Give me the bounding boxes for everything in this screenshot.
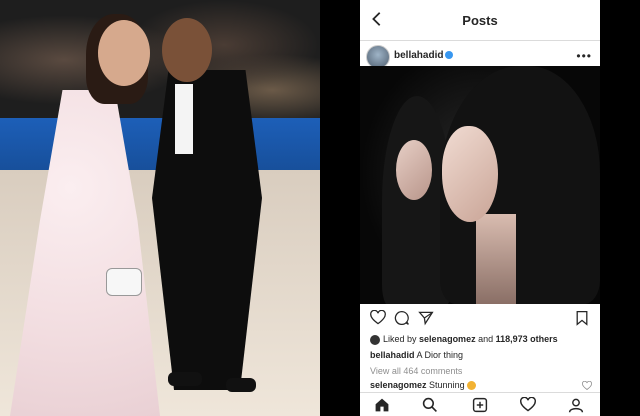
shoe	[226, 378, 256, 392]
send-icon[interactable]	[418, 310, 434, 326]
post-image[interactable]	[360, 66, 600, 304]
comment: selenagomez Stunning	[370, 380, 476, 391]
post-actions	[360, 306, 600, 332]
bookmark-icon[interactable]	[574, 310, 590, 326]
comment-like-icon[interactable]	[582, 381, 592, 391]
caption-username[interactable]: bellahadid	[370, 350, 415, 360]
heart-icon[interactable]	[370, 310, 386, 326]
comment-icon[interactable]	[394, 310, 410, 326]
activity-icon[interactable]	[520, 397, 536, 413]
view-all-comments[interactable]: View all 464 comments	[370, 366, 462, 376]
more-icon[interactable]: •••	[576, 49, 592, 63]
liked-by-prefix: Liked by	[383, 334, 417, 344]
username-text[interactable]: bellahadid	[394, 50, 443, 61]
instagram-screen: Posts bellahadid ••• Liked by selenagome…	[360, 0, 600, 416]
caption-text: A Dior thing	[416, 350, 464, 360]
verified-icon	[445, 51, 454, 60]
heart-eyes-emoji-icon	[466, 381, 476, 391]
liked-by-user[interactable]: selenagomez	[419, 334, 476, 344]
shoe	[168, 372, 202, 386]
search-icon[interactable]	[422, 397, 438, 413]
man-face	[162, 18, 212, 82]
handbag	[106, 268, 142, 296]
face	[442, 126, 498, 222]
comment-username[interactable]: selenagomez	[370, 380, 427, 390]
shirt	[175, 84, 193, 154]
add-icon[interactable]	[472, 397, 488, 413]
neck	[476, 214, 516, 304]
red-carpet-photo	[0, 0, 320, 416]
reflection-face	[396, 140, 432, 200]
page-title: Posts	[462, 13, 498, 28]
home-icon[interactable]	[374, 397, 390, 413]
profile-icon[interactable]	[568, 397, 584, 413]
woman-face	[98, 20, 150, 86]
comment-text: Stunning	[429, 380, 465, 390]
liked-by-avatar[interactable]	[370, 334, 380, 345]
top-bar: Posts	[360, 0, 600, 41]
liked-by-others[interactable]: 118,973 others	[496, 334, 558, 344]
bottom-nav	[360, 392, 600, 416]
man-in-suit	[152, 70, 262, 390]
post-username[interactable]: bellahadid	[394, 50, 454, 61]
post-caption: bellahadid A Dior thing	[370, 350, 463, 360]
likes-line: Liked by selenagomez and 118,973 others	[370, 334, 558, 345]
liked-by-and: and	[478, 334, 494, 344]
